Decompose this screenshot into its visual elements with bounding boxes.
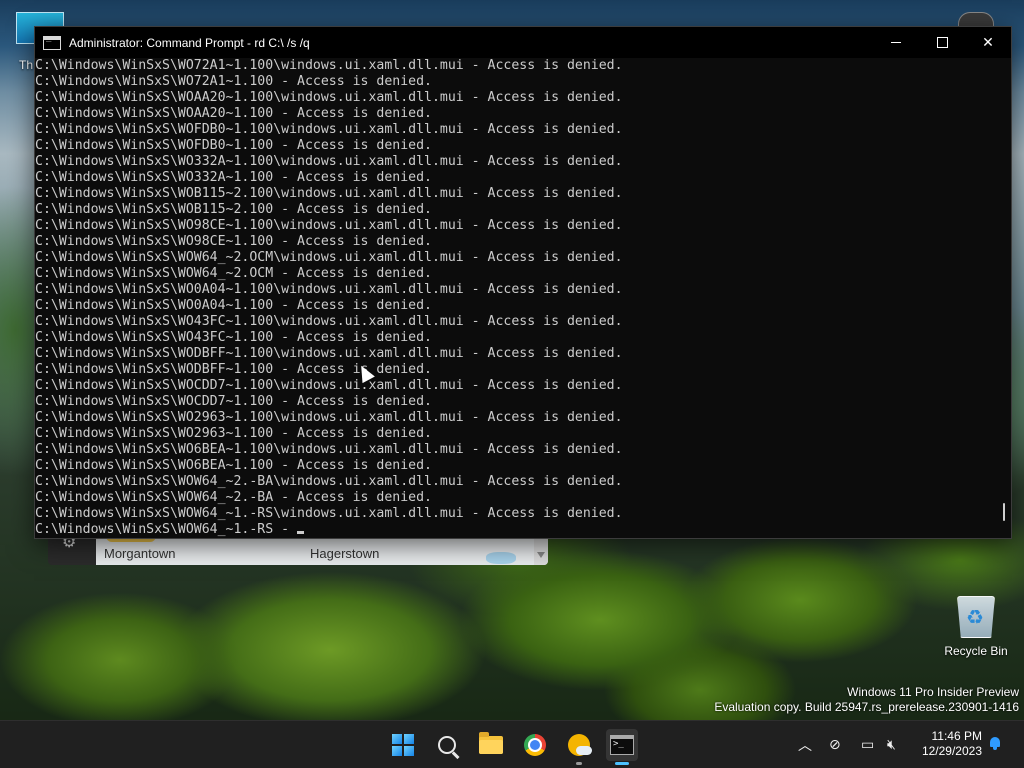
- close-icon: ✕: [982, 34, 994, 51]
- console-line: C:\Windows\WinSxS\WO2963~1.100\windows.u…: [35, 410, 623, 425]
- recycle-bin-icon: [957, 596, 995, 638]
- console-line: C:\Windows\WinSxS\WOW64_~2.-BA\windows.u…: [35, 474, 623, 489]
- console-line: C:\Windows\WinSxS\WO43FC~1.100 - Access …: [35, 330, 432, 345]
- chrome-button[interactable]: [519, 729, 551, 761]
- search-icon: [438, 736, 456, 754]
- console-line: C:\Windows\WinSxS\WO98CE~1.100\windows.u…: [35, 218, 623, 233]
- evaluation-watermark: Windows 11 Pro Insider Preview Evaluatio…: [714, 685, 1019, 715]
- map-town-label: Morgantown: [104, 546, 176, 561]
- console-line: C:\Windows\WinSxS\WO332A~1.100 - Access …: [35, 170, 432, 185]
- maximize-button[interactable]: [919, 27, 965, 58]
- chevron-up-icon: ︿: [798, 738, 812, 754]
- console-line: C:\Windows\WinSxS\WO6BEA~1.100\windows.u…: [35, 442, 623, 457]
- weather-button[interactable]: [563, 729, 595, 765]
- console-line: C:\Windows\WinSxS\WOCDD7~1.100 - Access …: [35, 394, 432, 409]
- file-explorer-button[interactable]: [475, 729, 507, 761]
- chrome-icon: [524, 734, 546, 756]
- volume-button[interactable]: 🔇︎: [887, 721, 896, 768]
- command-prompt-icon[interactable]: [43, 33, 61, 50]
- active-indicator: [615, 762, 629, 765]
- show-hidden-icons-button[interactable]: ︿: [798, 721, 812, 768]
- console-line: C:\Windows\WinSxS\WO332A~1.100\windows.u…: [35, 154, 623, 169]
- notification-bell-icon[interactable]: [988, 736, 1002, 750]
- console-line: C:\Windows\WinSxS\WOW64_~1.-RS -: [35, 522, 1001, 538]
- console-line: C:\Windows\WinSxS\WOW64_~2.OCM\windows.u…: [35, 250, 623, 265]
- terminal-icon: [610, 735, 634, 755]
- network-disconnected-icon: ⊘: [829, 737, 841, 753]
- console-line: C:\Windows\WinSxS\WODBFF~1.100\windows.u…: [35, 346, 623, 361]
- taskbar: ︿ ⊘ ▭ 🔇︎ 11:46 PM 12/29/2023: [0, 720, 1024, 768]
- close-button[interactable]: ✕: [965, 27, 1011, 58]
- search-button[interactable]: [431, 729, 463, 761]
- windows-logo-icon: [392, 734, 414, 756]
- display-icon: ▭: [861, 737, 875, 753]
- console-output[interactable]: C:\Windows\WinSxS\WO72A1~1.100\windows.u…: [35, 58, 1001, 538]
- console-line: C:\Windows\WinSxS\WO72A1~1.100\windows.u…: [35, 58, 623, 73]
- volume-muted-icon: 🔇︎: [887, 737, 896, 753]
- window-title: Administrator: Command Prompt - rd C:\ /…: [69, 35, 310, 50]
- title-bar[interactable]: Administrator: Command Prompt - rd C:\ /…: [35, 27, 1011, 58]
- this-pc-label: Th: [19, 58, 34, 72]
- command-prompt-window[interactable]: Administrator: Command Prompt - rd C:\ /…: [34, 26, 1012, 539]
- console-line: C:\Windows\WinSxS\WODBFF~1.100 - Access …: [35, 362, 432, 377]
- console-line: C:\Windows\WinSxS\WO2963~1.100 - Access …: [35, 426, 432, 441]
- start-button[interactable]: [387, 729, 419, 761]
- display-button[interactable]: ▭: [861, 721, 874, 768]
- console-line: C:\Windows\WinSxS\WO98CE~1.100 - Access …: [35, 234, 432, 249]
- network-button[interactable]: ⊘: [829, 721, 841, 768]
- console-line: C:\Windows\WinSxS\WOB115~2.100 - Access …: [35, 202, 432, 217]
- text-cursor: [297, 531, 305, 534]
- command-prompt-taskbar-button[interactable]: [606, 729, 638, 765]
- map-water: [486, 552, 516, 564]
- console-line: C:\Windows\WinSxS\WO6BEA~1.100 - Access …: [35, 458, 432, 473]
- weather-icon: [568, 734, 592, 756]
- map-town-label: Hagerstown: [310, 546, 380, 561]
- console-line: C:\Windows\WinSxS\WOCDD7~1.100\windows.u…: [35, 378, 623, 393]
- folder-icon: [479, 732, 503, 754]
- console-line: C:\Windows\WinSxS\WO0A04~1.100 - Access …: [35, 298, 432, 313]
- watermark-line: Evaluation copy. Build 25947.rs_prerelea…: [714, 700, 1019, 714]
- running-indicator: [576, 762, 582, 765]
- clock-time: 11:46 PM: [931, 729, 982, 743]
- console-line: C:\Windows\WinSxS\WOFDB0~1.100\windows.u…: [35, 122, 623, 137]
- console-line: C:\Windows\WinSxS\WOB115~2.100\windows.u…: [35, 186, 623, 201]
- console-line: C:\Windows\WinSxS\WO72A1~1.100 - Access …: [35, 74, 432, 89]
- console-line: C:\Windows\WinSxS\WOW64_~1.-RS\windows.u…: [35, 506, 623, 521]
- console-line: C:\Windows\WinSxS\WOW64_~2.OCM - Access …: [35, 266, 432, 281]
- console-line: C:\Windows\WinSxS\WOW64_~2.-BA - Access …: [35, 490, 432, 505]
- console-line: C:\Windows\WinSxS\WOAA20~1.100\windows.u…: [35, 90, 623, 105]
- console-line: C:\Windows\WinSxS\WO0A04~1.100\windows.u…: [35, 282, 623, 297]
- console-line: C:\Windows\WinSxS\WOAA20~1.100 - Access …: [35, 106, 432, 121]
- minimize-icon: [891, 42, 901, 43]
- recycle-bin-shortcut[interactable]: Recycle Bin: [943, 596, 1009, 658]
- recycle-bin-label: Recycle Bin: [944, 644, 1008, 658]
- console-line: C:\Windows\WinSxS\WOFDB0~1.100 - Access …: [35, 138, 432, 153]
- clock-date: 12/29/2023: [921, 744, 982, 758]
- console-line: C:\Windows\WinSxS\WO43FC~1.100\windows.u…: [35, 314, 623, 329]
- minimize-button[interactable]: [873, 27, 919, 58]
- maximize-icon: [936, 37, 948, 48]
- watermark-line: Windows 11 Pro Insider Preview: [847, 685, 1019, 699]
- clock[interactable]: 11:46 PM 12/29/2023: [912, 729, 982, 759]
- console-scrollbar-thumb[interactable]: [1003, 503, 1005, 521]
